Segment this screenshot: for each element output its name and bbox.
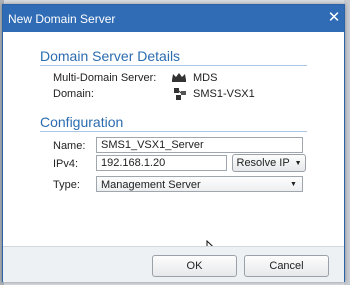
name-field[interactable]	[96, 137, 303, 153]
chevron-down-icon: ▼	[294, 160, 302, 167]
resolve-ip-button[interactable]: Resolve IP ▼	[232, 154, 306, 172]
crown-icon	[172, 73, 186, 82]
details-heading: Domain Server Details	[40, 48, 181, 64]
chevron-down-icon: ▼	[290, 181, 297, 188]
dialog-title: New Domain Server	[8, 12, 116, 26]
ipv4-label: IPv4:	[53, 158, 79, 170]
mds-value: MDS	[193, 72, 218, 84]
ok-button[interactable]: OK	[152, 255, 237, 277]
type-select[interactable]: Management Server ▼	[96, 176, 303, 192]
ipv4-field[interactable]	[96, 155, 227, 171]
domain-label: Domain:	[53, 88, 94, 100]
name-label: Name:	[53, 140, 86, 152]
type-label: Type:	[53, 179, 80, 191]
dialog-content: Domain Server Details Multi-Domain Serve…	[3, 32, 344, 259]
configuration-heading: Configuration	[40, 114, 124, 130]
cancel-button[interactable]: Cancel	[244, 255, 329, 277]
type-select-value: Management Server	[101, 179, 201, 191]
dialog-footer: OK Cancel	[3, 246, 344, 282]
dialog-titlebar[interactable]: New Domain Server ✕	[3, 5, 344, 32]
mds-label: Multi-Domain Server:	[53, 72, 157, 84]
server-icon	[174, 88, 186, 100]
domain-value: SMS1-VSX1	[193, 88, 255, 100]
new-domain-server-dialog: New Domain Server ✕ Domain Server Detail…	[2, 4, 345, 282]
close-icon[interactable]: ✕	[325, 8, 343, 28]
configuration-divider	[40, 131, 307, 132]
details-divider	[40, 65, 307, 66]
resolve-ip-label: Resolve IP	[236, 157, 290, 169]
